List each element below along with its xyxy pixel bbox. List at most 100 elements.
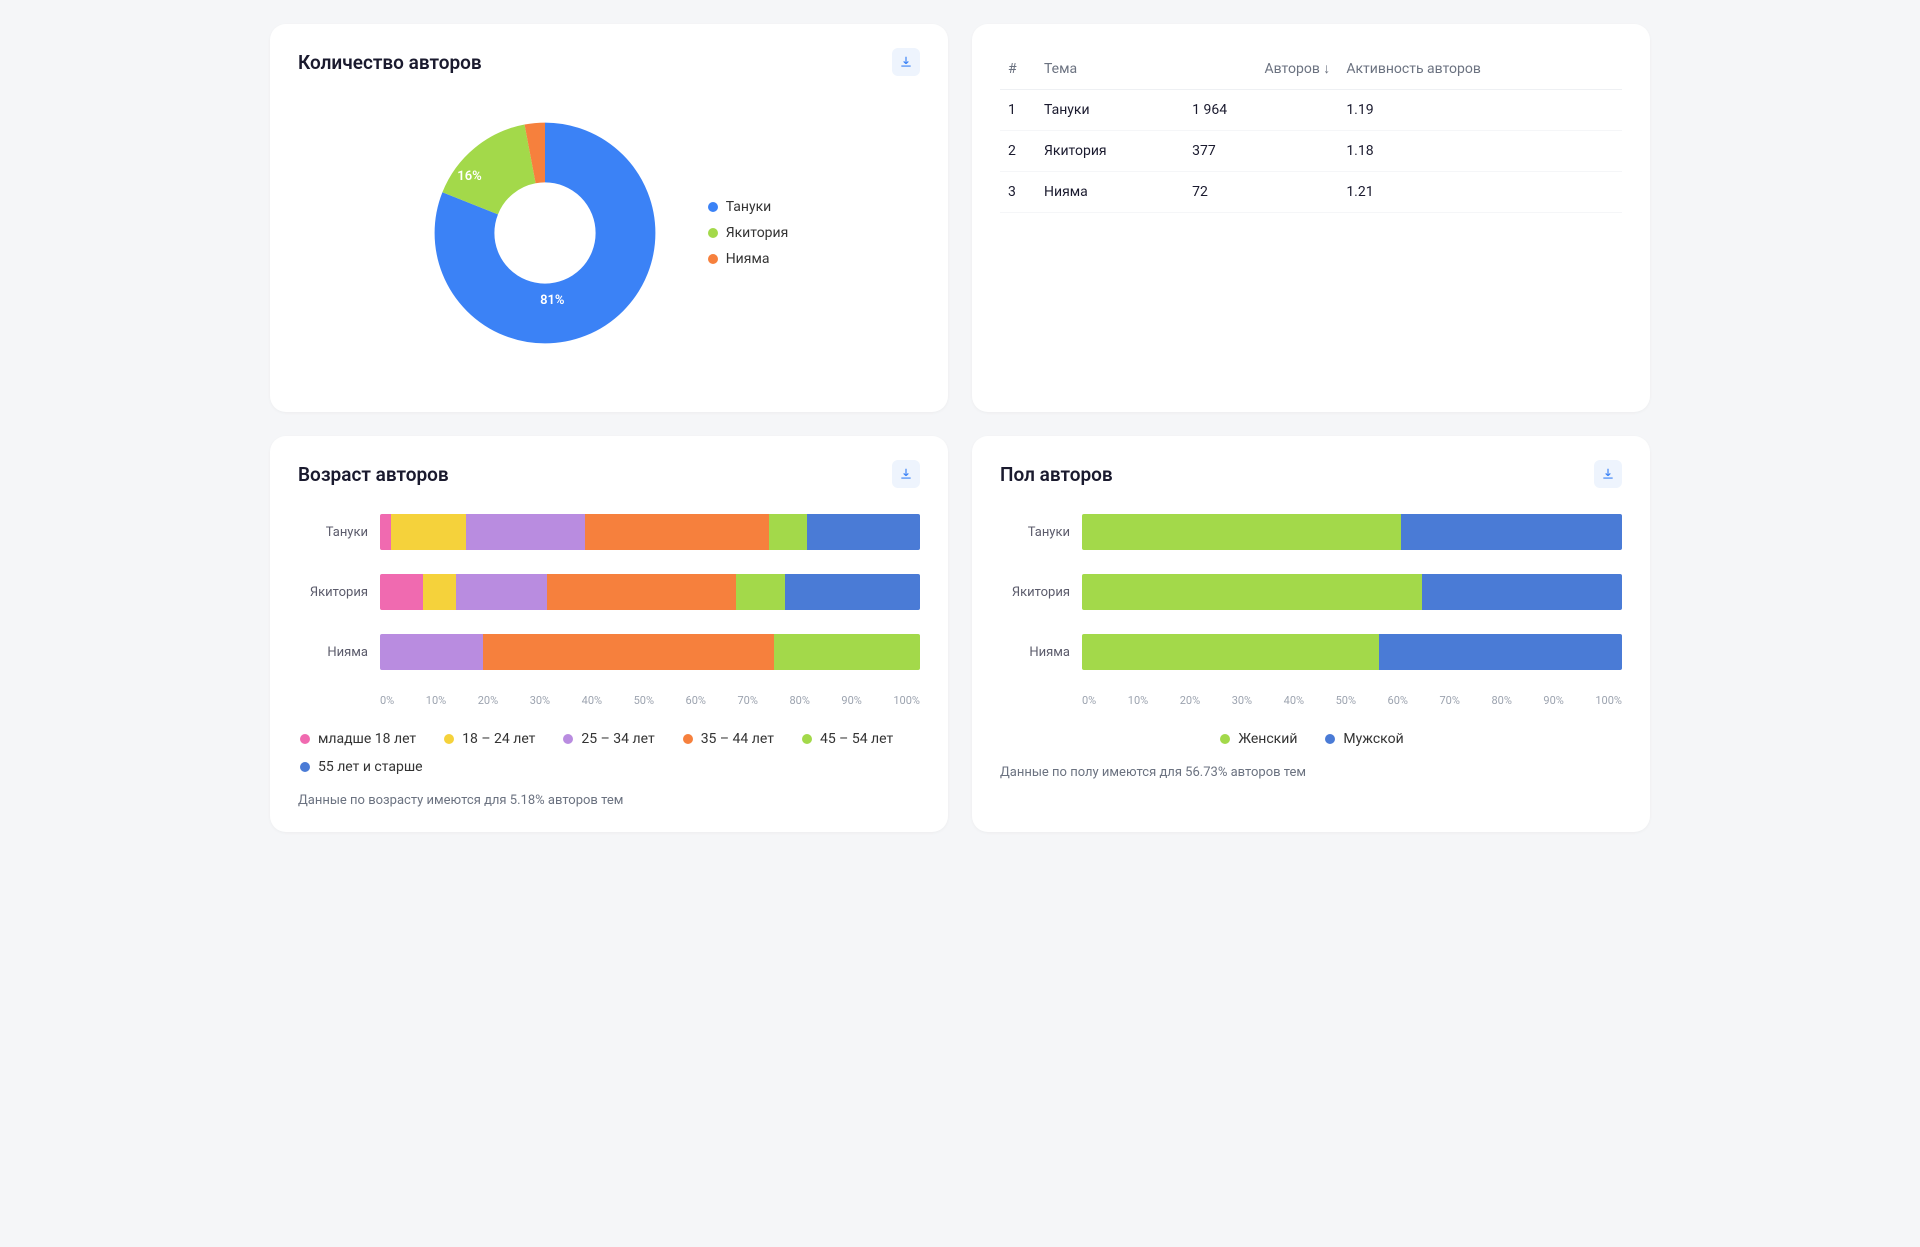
bar-label: Якитория [298,585,368,600]
bar-label: Тануки [1000,525,1070,540]
donut-legend: Тануки Якитория Нияма [708,199,789,267]
axis-tick: 20% [1180,694,1200,707]
bar-segment [1082,634,1379,670]
bar-track [1082,514,1622,550]
bar-segment [774,634,920,670]
legend-item: Нияма [708,251,789,267]
row-num: 3 [1000,172,1036,213]
x-axis: 0% 10% 20% 30% 40% 50% 60% 70% 80% 90% 100% [1082,694,1622,723]
row-authors: 1 964 [1184,90,1338,131]
row-authors: 377 [1184,131,1338,172]
axis-tick: 40% [1284,694,1304,707]
donut-label-small: 16% [457,169,481,184]
bar-segment [483,634,775,670]
axis-tick: 60% [1388,694,1408,707]
bar-segment [1401,514,1622,550]
axis-tick: 0% [1082,694,1096,707]
authors-table: # Тема Авторов ↓ Активность авторов 1Тан… [1000,48,1622,213]
bar-segment [380,514,391,550]
axis-tick: 30% [1232,694,1252,707]
row-num: 1 [1000,90,1036,131]
row-activity: 1.21 [1338,172,1622,213]
legend-item: 25 – 34 лет [563,731,654,747]
authors-table-card: # Тема Авторов ↓ Активность авторов 1Тан… [972,24,1650,412]
bar-track [1082,574,1622,610]
axis-tick: 0% [380,694,394,707]
legend-item: 18 – 24 лет [444,731,535,747]
age-legend: младше 18 лет 18 – 24 лет 25 – 34 лет 35 – … [300,731,920,775]
bar-segment [736,574,785,610]
axis-tick: 40% [582,694,602,707]
bar-segment [380,634,483,670]
bar-label: Нияма [1000,645,1070,660]
col-activity[interactable]: Активность авторов [1338,48,1622,90]
axis-tick: 30% [530,694,550,707]
row-authors: 72 [1184,172,1338,213]
col-topic[interactable]: Тема [1036,48,1184,90]
axis-tick: 70% [1440,694,1460,707]
col-num[interactable]: # [1000,48,1036,90]
bar-segment [585,514,769,550]
card-title: Количество авторов [298,51,482,74]
axis-tick: 20% [478,694,498,707]
bar-track [380,514,920,550]
row-activity: 1.19 [1338,90,1622,131]
authors-age-card: Возраст авторов ТанукиЯкиторияНияма 0%10… [270,436,948,832]
axis-tick: 80% [1491,694,1511,707]
bar-segment [466,514,585,550]
axis-tick: 50% [1336,694,1356,707]
axis-tick: 100% [1595,694,1622,707]
bar-row: Тануки [298,514,920,550]
bar-row: Нияма [1000,634,1622,670]
row-num: 2 [1000,131,1036,172]
authors-gender-card: Пол авторов Тануки Якитория Нияма 0% 10% 20%… [972,436,1650,832]
axis-tick: 10% [1128,694,1148,707]
bar-segment [1379,634,1622,670]
download-icon [899,55,913,69]
legend-item: 55 лет и старше [300,759,423,775]
legend-item: Мужской [1325,731,1403,747]
axis-tick: 70% [738,694,758,707]
axis-tick: 90% [1543,694,1563,707]
axis-tick: 80% [789,694,809,707]
row-topic-link[interactable]: Нияма [1036,172,1184,213]
axis-tick: 90% [841,694,861,707]
legend-item: Тануки [708,199,789,215]
card-title: Пол авторов [1000,463,1113,486]
legend-item: 35 – 44 лет [683,731,774,747]
row-activity: 1.18 [1338,131,1622,172]
row-topic-link[interactable]: Якитория [1036,131,1184,172]
bar-segment [807,514,920,550]
donut-label-big: 81% [540,293,564,308]
x-axis: 0%10%20%30%40%50%60%70%80%90%100% [380,694,920,723]
donut-chart: 81% 16% [430,118,660,348]
bar-segment [785,574,920,610]
bar-label: Якитория [1000,585,1070,600]
axis-tick: 100% [893,694,920,707]
legend-item: 45 – 54 лет [802,731,893,747]
download-button[interactable] [1594,460,1622,488]
table-row: 1Тануки1 9641.19 [1000,90,1622,131]
bar-label: Тануки [298,525,368,540]
bar-segment [380,574,423,610]
download-button[interactable] [892,460,920,488]
bar-track [380,634,920,670]
bar-row: Якитория [1000,574,1622,610]
bar-segment [456,574,548,610]
gender-stacked-bar-chart: Тануки Якитория Нияма [1000,506,1622,670]
legend-item: младше 18 лет [300,731,416,747]
bar-track [380,574,920,610]
gender-legend: ЖенскийМужской [1002,731,1622,747]
bar-segment [423,574,455,610]
row-topic-link[interactable]: Тануки [1036,90,1184,131]
bar-segment [1082,574,1422,610]
bar-row: Тануки [1000,514,1622,550]
bar-row: Нияма [298,634,920,670]
bar-row: Якитория [298,574,920,610]
col-authors[interactable]: Авторов ↓ [1184,48,1338,90]
authors-count-card: Количество авторов 81% 16% Тануки Якитор… [270,24,948,412]
bar-segment [1422,574,1622,610]
download-icon [899,467,913,481]
axis-tick: 50% [634,694,654,707]
download-button[interactable] [892,48,920,76]
